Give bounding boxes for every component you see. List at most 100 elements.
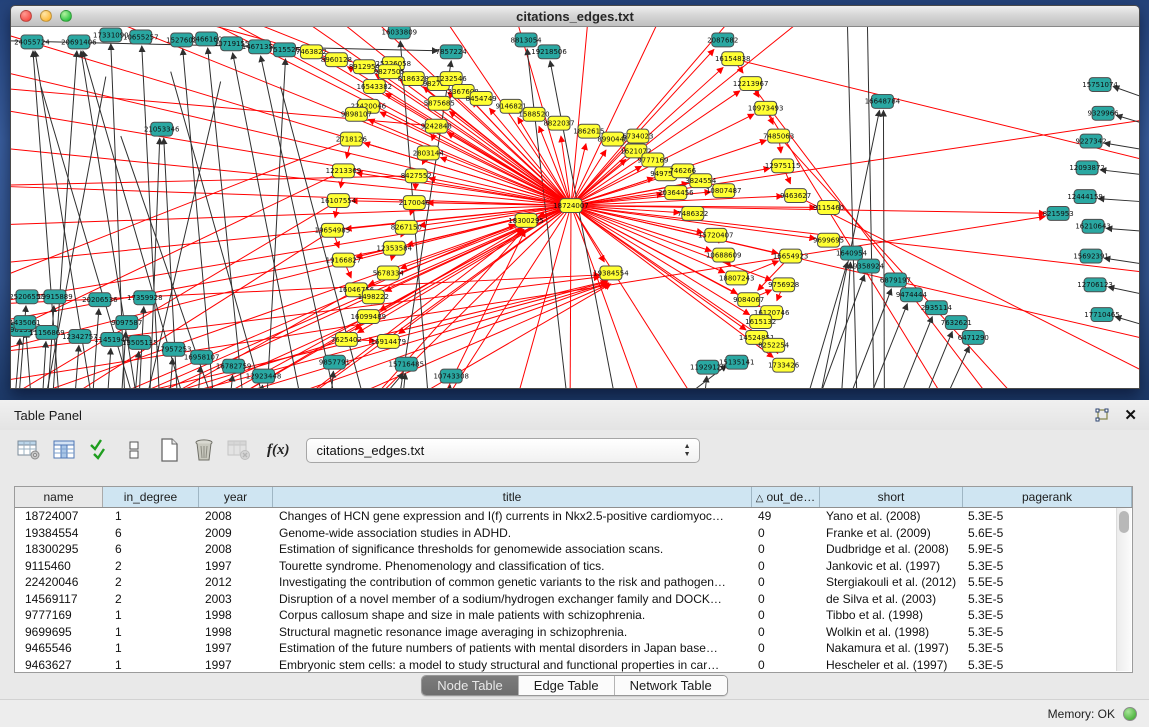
graph-node[interactable]: 12975115 — [765, 159, 801, 173]
graph-node[interactable]: 12213369 — [326, 164, 362, 178]
graph-node[interactable]: 10688609 — [706, 248, 742, 262]
graph-node[interactable]: 9242848 — [421, 119, 452, 133]
column-header-title[interactable]: title — [273, 487, 752, 507]
graph-node[interactable]: 9777169 — [637, 153, 668, 167]
graph-node[interactable]: 7857224 — [436, 45, 468, 59]
graph-node[interactable]: 17359928 — [127, 291, 163, 305]
graph-node[interactable]: 17710465 — [1084, 308, 1120, 322]
graph-node[interactable]: 2087682 — [707, 33, 738, 47]
graph-node[interactable]: 9857791 — [319, 355, 350, 369]
graph-node[interactable]: 9756928 — [768, 278, 799, 292]
table-row[interactable]: 1872400712008Changes of HCN gene express… — [15, 508, 1132, 525]
graph-node[interactable]: 12444159 — [1067, 190, 1103, 204]
close-panel-icon[interactable]: ✕ — [1124, 408, 1137, 423]
table-row[interactable]: 977716911998Corpus callosum shape and si… — [15, 607, 1132, 624]
graph-node[interactable]: 15692391 — [1073, 249, 1109, 263]
table-row[interactable]: 946554611997Estimation of the future num… — [15, 640, 1132, 657]
graph-node[interactable]: 1498222 — [358, 290, 389, 304]
graph-node[interactable]: 2803144 — [413, 146, 445, 160]
graph-node[interactable]: 8960128 — [321, 53, 352, 67]
graph-node[interactable]: 1733426 — [768, 358, 799, 372]
table-row[interactable]: 969969511998Structural magnetic resonanc… — [15, 624, 1132, 641]
graph-node[interactable]: 9329966 — [1088, 106, 1119, 120]
zoom-window-button[interactable] — [60, 10, 72, 22]
network-canvas[interactable]: 2405572420691406173310901065525715276028… — [11, 27, 1139, 388]
graph-node[interactable]: 5875685 — [424, 96, 455, 110]
graph-node[interactable]: 8822037 — [543, 116, 574, 130]
graph-node[interactable]: 12923448 — [246, 369, 282, 383]
graph-node[interactable]: 21053346 — [144, 122, 180, 136]
graph-node[interactable]: 15720407 — [698, 228, 734, 242]
column-header-pagerank[interactable]: pagerank — [963, 487, 1132, 507]
graph-node[interactable]: 7485063 — [763, 129, 794, 143]
table-settings-icon[interactable] — [16, 438, 42, 462]
delete-trash-icon[interactable] — [191, 438, 217, 462]
network-view-window[interactable]: citations_edges.txt 24055724206914061733… — [10, 5, 1140, 389]
close-window-button[interactable] — [20, 10, 32, 22]
graph-node[interactable]: 9097587 — [111, 316, 142, 330]
graph-node[interactable]: 16107554 — [321, 194, 357, 208]
graph-node[interactable]: 9898107 — [341, 107, 372, 121]
network-table-select[interactable]: citations_edges.txt ▲▼ — [306, 438, 700, 463]
table-row[interactable]: 1938455462009Genome-wide association stu… — [15, 525, 1132, 542]
graph-node[interactable]: 2170046 — [399, 196, 430, 210]
graph-node[interactable]: 6879197 — [880, 273, 911, 287]
tab-network-table[interactable]: Network Table — [615, 676, 727, 695]
graph-node[interactable]: 19218506 — [531, 45, 567, 59]
column-header-name[interactable]: name — [15, 487, 103, 507]
new-document-icon[interactable] — [156, 438, 182, 462]
graph-node[interactable]: 3824554 — [685, 174, 717, 188]
graph-node[interactable]: 5678334 — [373, 266, 405, 280]
graph-node[interactable]: 8427552 — [401, 169, 432, 183]
graph-node[interactable]: 12213967 — [733, 77, 769, 91]
function-builder-icon[interactable]: f(x) — [267, 442, 290, 459]
table-row[interactable]: 1456911722003Disruption of a novel membe… — [15, 591, 1132, 608]
rows-icon[interactable] — [121, 438, 147, 462]
float-panel-icon[interactable] — [1094, 408, 1110, 423]
graph-node[interactable]: 8215953 — [1043, 207, 1074, 221]
graph-node[interactable]: 12342757 — [62, 329, 98, 343]
select-checks-icon[interactable] — [86, 438, 112, 462]
graph-node[interactable]: 12706123 — [1077, 278, 1113, 292]
graph-node[interactable]: 8267150 — [391, 220, 422, 234]
table-row[interactable]: 946362711997Embryonic stem cells: a mode… — [15, 657, 1132, 674]
graph-node[interactable]: 1640954 — [836, 246, 868, 260]
column-header-in_degree[interactable]: in_degree — [103, 487, 199, 507]
table-row[interactable]: 911546021997Tourette syndrome. Phenomeno… — [15, 558, 1132, 575]
table-vertical-scrollbar[interactable] — [1116, 508, 1131, 671]
tab-node-table[interactable]: Node Table — [422, 676, 519, 695]
graph-node[interactable]: 20691406 — [61, 35, 97, 49]
graph-node[interactable]: 9699695 — [813, 233, 844, 247]
minimize-window-button[interactable] — [40, 10, 52, 22]
graph-node[interactable]: 15751074 — [1082, 78, 1118, 92]
graph-node[interactable]: 6471290 — [958, 330, 989, 344]
column-select-icon[interactable] — [51, 438, 77, 462]
graph-node[interactable]: 8813054 — [511, 33, 543, 47]
graph-node[interactable]: 9227342 — [1076, 134, 1107, 148]
graph-node[interactable]: 9463627 — [780, 189, 811, 203]
graph-node[interactable]: 10973493 — [748, 101, 784, 115]
graph-node[interactable]: 9084067 — [733, 293, 764, 307]
graph-node[interactable]: 16782759 — [216, 359, 252, 373]
table-row[interactable]: 2242004622012Investigating the contribut… — [15, 574, 1132, 591]
graph-node[interactable]: 2718126 — [336, 132, 367, 146]
graph-node[interactable]: 19384554 — [593, 266, 629, 280]
scrollbar-thumb[interactable] — [1119, 511, 1129, 533]
graph-node[interactable]: 9474444 — [896, 288, 928, 302]
graph-node[interactable]: 7486322 — [677, 207, 708, 221]
tab-edge-table[interactable]: Edge Table — [519, 676, 615, 695]
graph-node[interactable]: 16210643 — [1075, 219, 1111, 233]
graph-node[interactable]: 12093872 — [1069, 161, 1105, 175]
graph-node[interactable]: 2935114 — [921, 301, 953, 315]
table-row[interactable]: 1830029562008Estimation of significance … — [15, 541, 1132, 558]
graph-node[interactable]: 6734023 — [622, 129, 653, 143]
graph-node[interactable]: 7625402 — [331, 332, 362, 346]
column-header-year[interactable]: year — [199, 487, 273, 507]
graph-node[interactable]: 16033809 — [382, 27, 418, 39]
graph-node[interactable]: 9358924 — [853, 259, 885, 273]
column-header-out_de[interactable]: △out_de… — [752, 487, 820, 507]
window-titlebar[interactable]: citations_edges.txt — [11, 6, 1139, 27]
graph-node[interactable]: 1232546 — [436, 72, 467, 86]
graph-node[interactable]: 1615132 — [745, 315, 776, 329]
graph-node[interactable]: 16648784 — [865, 94, 901, 108]
